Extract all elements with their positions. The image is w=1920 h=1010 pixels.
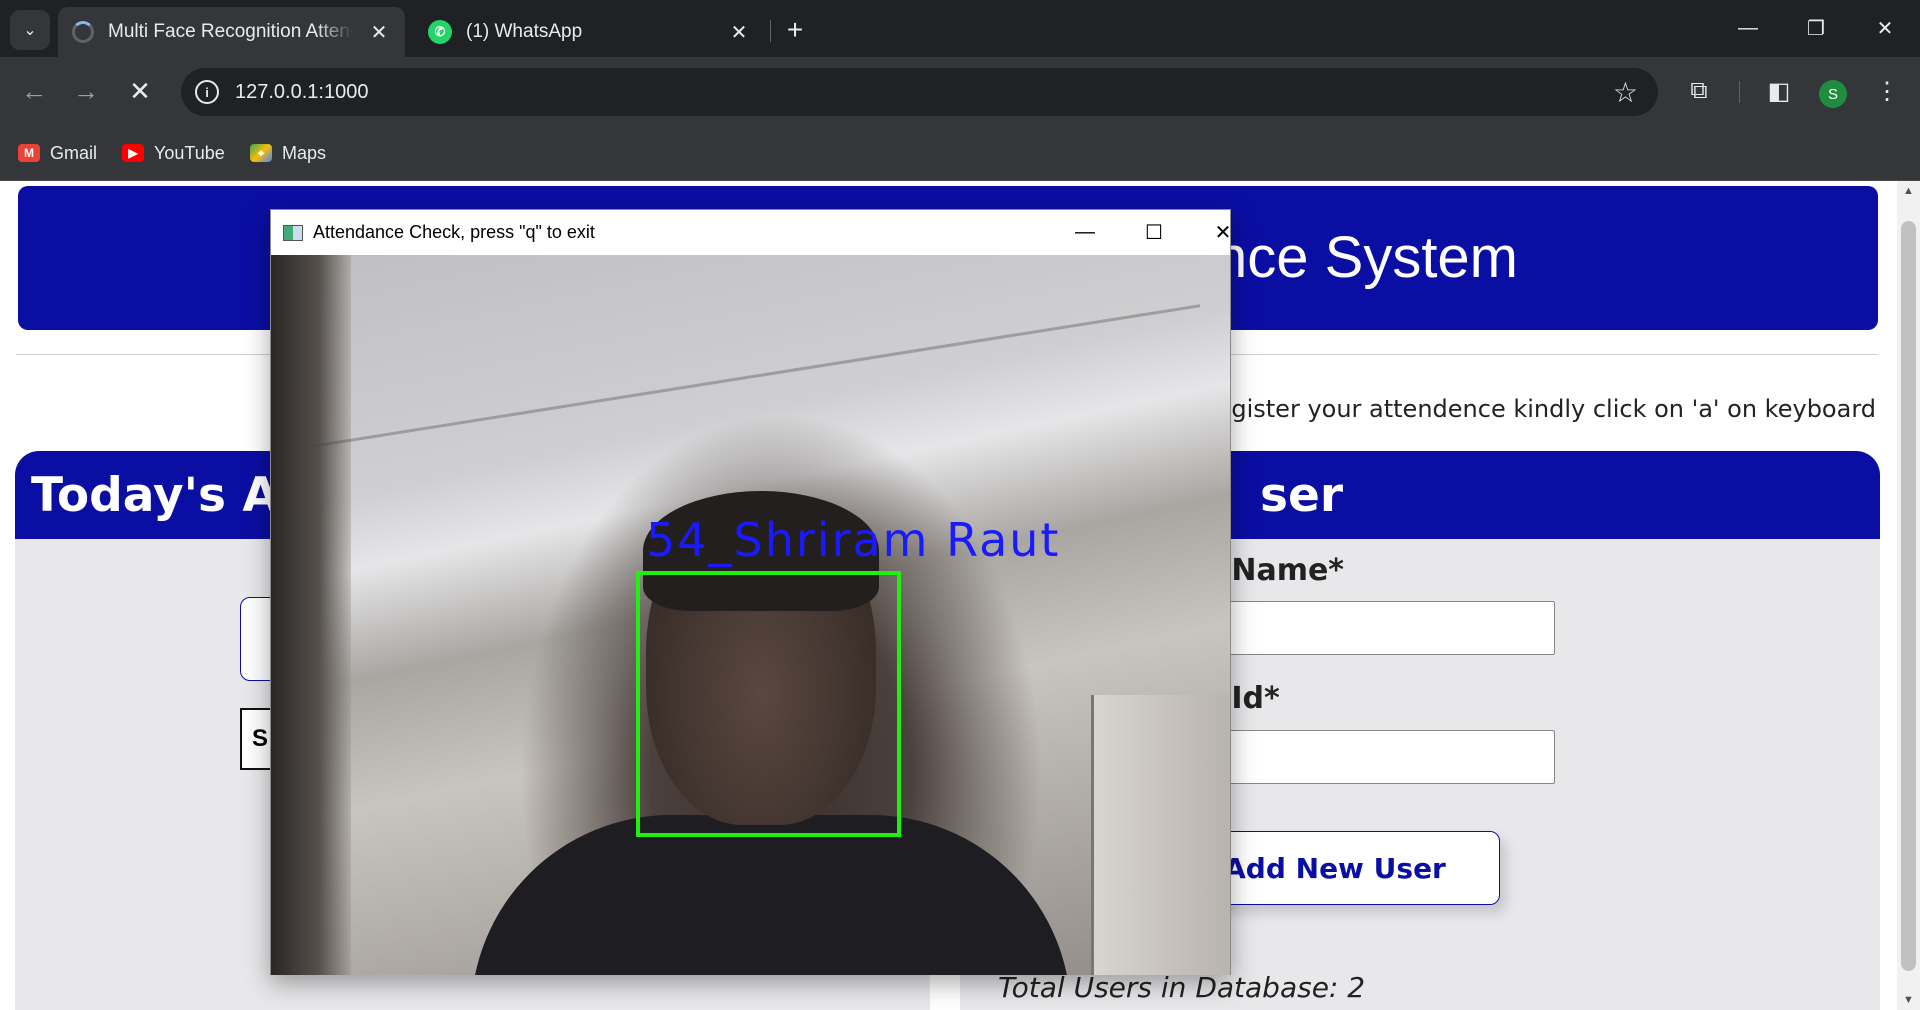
restore-icon[interactable]: ❐	[1786, 6, 1846, 50]
close-icon[interactable]: ✕	[1193, 210, 1253, 255]
chevron-down-icon: ⌄	[23, 22, 37, 39]
attendance-camera-window: Attendance Check, press "q" to exit — ☐ …	[270, 209, 1231, 975]
bookmark-label: Maps	[282, 142, 327, 163]
whatsapp-icon: ✆	[428, 20, 452, 44]
close-window-icon[interactable]: ✕	[1855, 6, 1915, 50]
address-bar[interactable]: i 127.0.0.1:1000 ☆	[181, 68, 1658, 116]
instruction-note: on: to register your attendence kindly c…	[1129, 395, 1876, 423]
bookmark-star-icon[interactable]: ☆	[1613, 76, 1638, 109]
bookmark-label: YouTube	[154, 142, 225, 163]
bookmarks-bar: M Gmail ▶ YouTube ⌖ Maps	[0, 125, 1920, 181]
maximize-icon[interactable]: ☐	[1124, 210, 1184, 255]
camera-feed: 54_Shriram Raut	[271, 255, 1230, 975]
feed-background	[310, 304, 1201, 448]
bookmark-gmail[interactable]: M Gmail	[18, 137, 97, 169]
total-users-text: Total Users in Database: 2	[998, 971, 1366, 1004]
tab-attendance-system[interactable]: Multi Face Recognition Attendance System…	[58, 7, 405, 57]
face-detection-box	[636, 571, 901, 837]
maps-icon: ⌖	[250, 144, 272, 162]
youtube-icon: ▶	[122, 144, 144, 162]
tab-separator	[770, 20, 771, 42]
scroll-up-icon[interactable]: ▲	[1897, 181, 1920, 201]
bookmark-label: Gmail	[50, 142, 98, 163]
minimize-icon[interactable]: —	[1055, 210, 1115, 255]
tab-whatsapp[interactable]: ✆ (1) WhatsApp ✕	[410, 7, 765, 57]
site-info-icon[interactable]: i	[195, 80, 219, 104]
camera-window-titlebar[interactable]: Attendance Check, press "q" to exit — ☐ …	[271, 210, 1231, 255]
new-tab-button[interactable]: +	[780, 12, 810, 48]
camera-window-title: Attendance Check, press "q" to exit	[313, 222, 595, 242]
tab-bar: ⌄ Multi Face Recognition Attendance Syst…	[0, 0, 1920, 57]
tab-search-button[interactable]: ⌄	[10, 10, 50, 50]
forward-icon[interactable]: →	[64, 69, 108, 113]
tab-title: Multi Face Recognition Attendance System	[108, 21, 353, 42]
gmail-icon: M	[18, 144, 40, 162]
tab-title: (1) WhatsApp	[466, 21, 583, 42]
toolbar-divider	[1739, 81, 1740, 103]
profile-avatar[interactable]: S	[1819, 80, 1847, 108]
back-icon[interactable]: ←	[12, 69, 56, 113]
stop-loading-icon[interactable]: ✕	[118, 69, 162, 113]
app-icon	[283, 224, 303, 241]
menu-kebab-icon[interactable]: ⋮	[1865, 69, 1909, 113]
recognized-face-label: 54_Shriram Raut	[646, 513, 1061, 567]
extensions-icon[interactable]: ⧉	[1677, 69, 1721, 113]
close-tab-icon[interactable]: ✕	[727, 20, 751, 44]
close-tab-icon[interactable]: ✕	[367, 20, 391, 44]
url-text: 127.0.0.1:1000	[235, 80, 369, 103]
bookmark-maps[interactable]: ⌖ Maps	[250, 137, 326, 169]
feed-background	[1091, 695, 1230, 975]
scroll-down-icon[interactable]: ▼	[1897, 990, 1920, 1010]
side-panel-icon[interactable]: ◧	[1757, 69, 1801, 113]
person-body	[471, 815, 1071, 975]
page-title: nce System	[1215, 225, 1518, 290]
scrollbar-thumb[interactable]	[1901, 221, 1916, 971]
feed-background	[271, 255, 351, 975]
bookmark-youtube[interactable]: ▶ YouTube	[122, 137, 225, 169]
browser-toolbar: ← → ✕ i 127.0.0.1:1000 ☆ ⧉ ◧ S ⋮	[0, 57, 1920, 125]
minimize-icon[interactable]: —	[1718, 6, 1778, 50]
page-scrollbar[interactable]: ▲ ▼	[1897, 181, 1920, 1010]
loading-spinner-icon	[72, 21, 94, 43]
